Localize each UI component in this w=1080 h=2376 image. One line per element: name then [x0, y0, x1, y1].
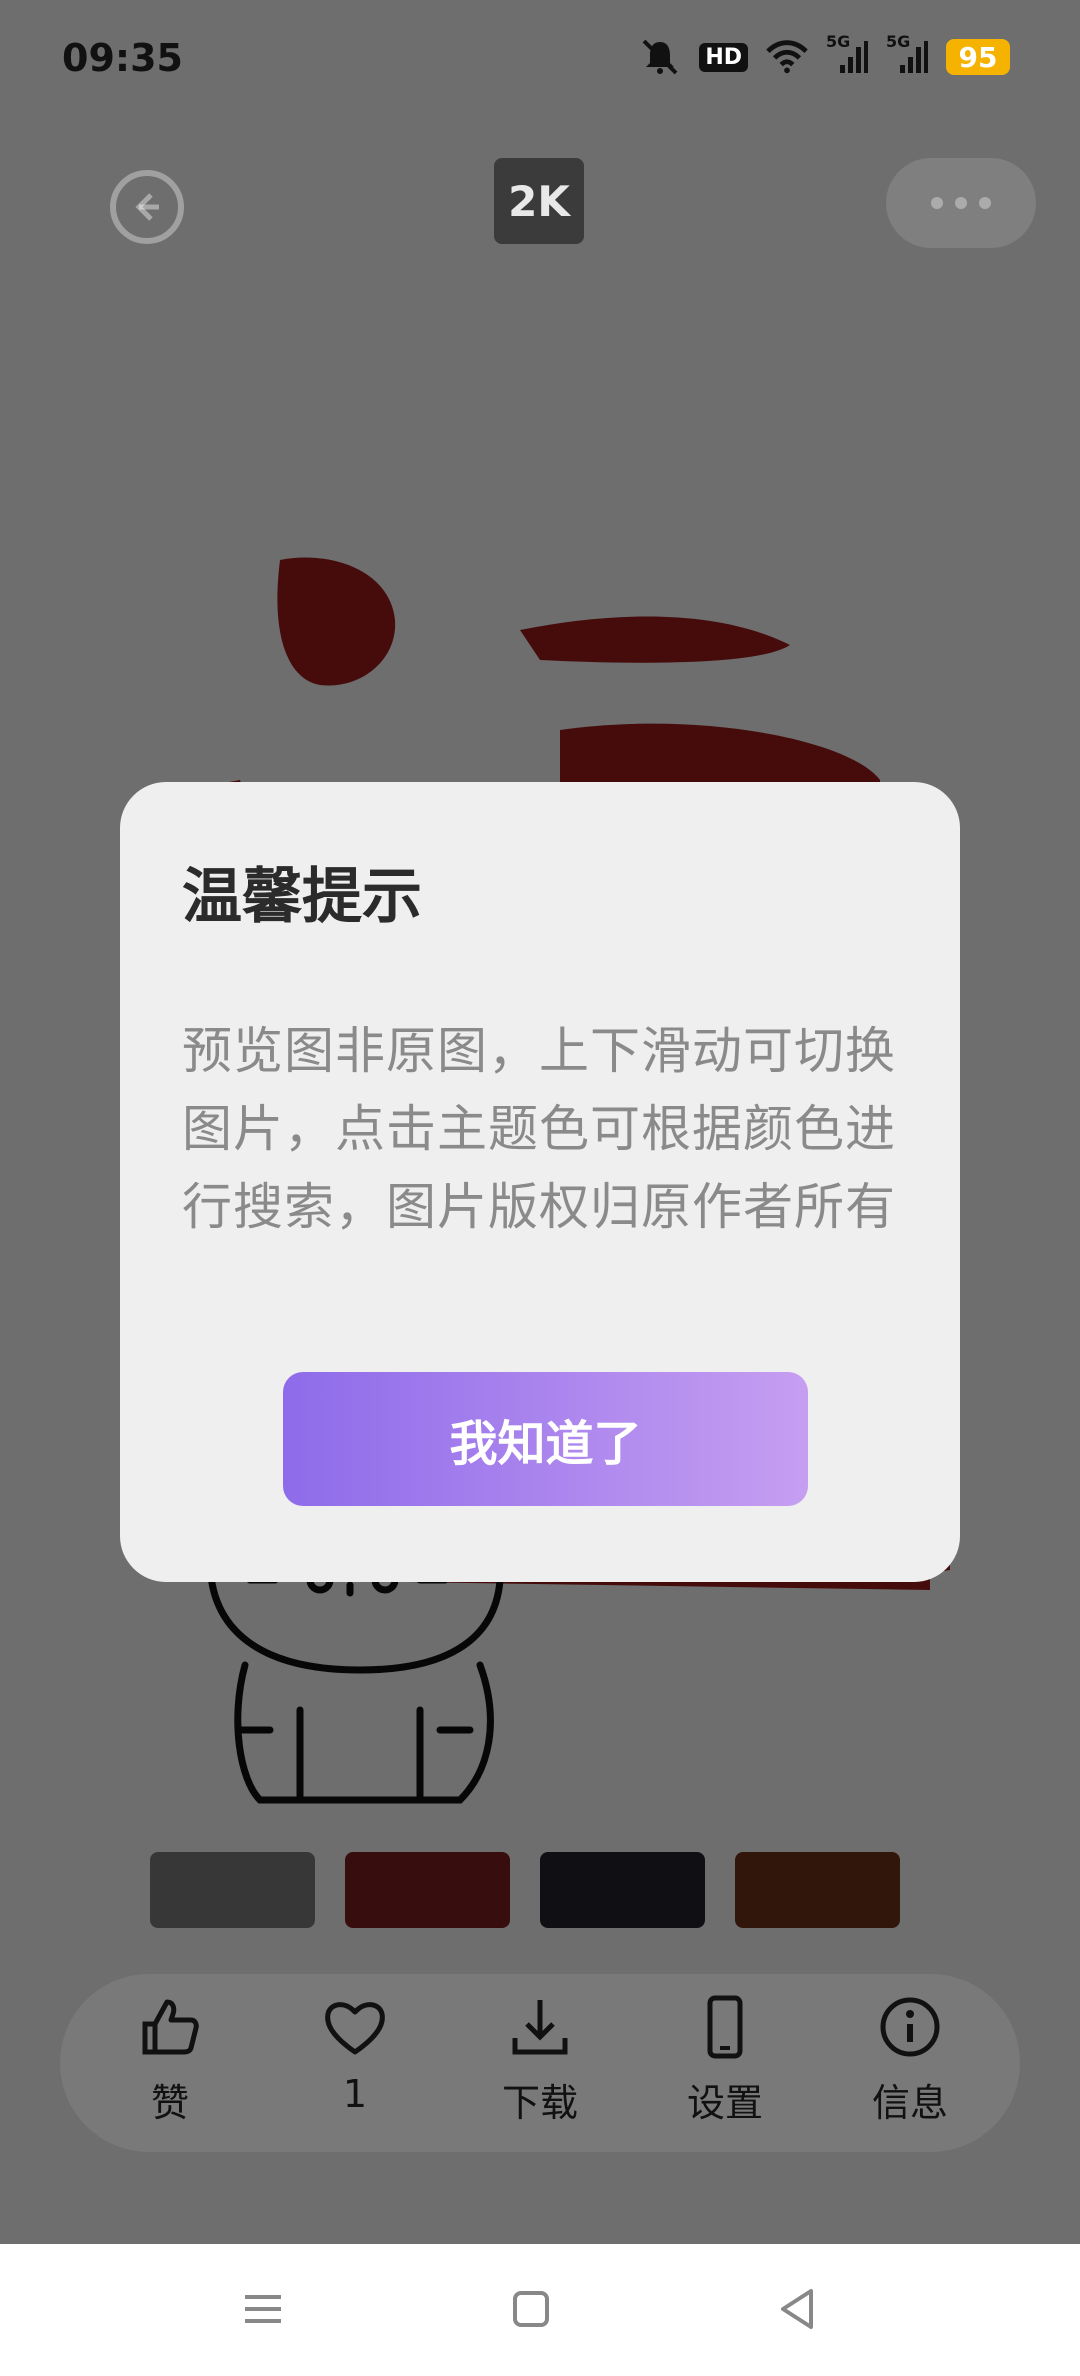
more-options-button[interactable]	[886, 158, 1036, 248]
system-navigation-bar	[0, 2244, 1080, 2376]
recents-button[interactable]	[228, 2274, 298, 2344]
download-icon	[512, 2000, 568, 2055]
back-button[interactable]	[110, 170, 184, 244]
wallpaper-preview-screen: 09:35 HD 5G 5G 95 2K 赞 1 下载 设置 信息 温馨提示 预…	[0, 0, 1080, 2244]
back-nav-button[interactable]	[762, 2274, 832, 2344]
more-dot-icon	[979, 197, 991, 209]
signal-5g-icon: 5G	[826, 32, 868, 78]
triangle-back-icon	[781, 2289, 813, 2329]
set-wallpaper-button[interactable]: 设置	[655, 1974, 795, 2152]
tip-dialog: 温馨提示 预览图非原图，上下滑动可切换图片，点击主题色可根据颜色进行搜索，图片版…	[120, 782, 960, 1582]
status-time: 09:35	[62, 36, 183, 80]
more-dot-icon	[931, 197, 943, 209]
action-toolbar: 赞 1 下载 设置 信息	[60, 1974, 1020, 2152]
dialog-message: 预览图非原图，上下滑动可切换图片，点击主题色可根据颜色进行搜索，图片版权归原作者…	[182, 1022, 896, 1236]
info-label: 信息	[871, 2081, 948, 2125]
status-icons: HD 5G 5G 95	[639, 32, 1010, 78]
info-button[interactable]: 信息	[840, 1974, 980, 2152]
thumbs-up-icon	[142, 1999, 199, 2055]
favorite-button[interactable]: 1	[285, 1974, 425, 2152]
download-label: 下载	[501, 2081, 578, 2125]
confirm-button[interactable]: 我知道了	[283, 1372, 808, 1506]
square-icon	[513, 2291, 549, 2327]
signal-5g-icon: 5G	[886, 32, 928, 78]
favorite-count: 1	[342, 2072, 368, 2116]
home-button[interactable]	[496, 2274, 566, 2344]
like-button[interactable]: 赞	[100, 1974, 240, 2152]
download-button[interactable]: 下载	[470, 1974, 610, 2152]
like-label: 赞	[150, 2081, 189, 2125]
info-icon	[880, 1997, 940, 2057]
dialog-title: 温馨提示	[182, 862, 422, 932]
battery-icon: 95	[946, 39, 1010, 75]
menu-icon	[245, 2295, 281, 2323]
arrow-left-icon	[135, 193, 159, 221]
bell-muted-icon	[639, 36, 681, 78]
wifi-icon	[766, 36, 808, 78]
phone-icon	[707, 1995, 743, 2059]
settings-label: 设置	[686, 2081, 763, 2125]
hd-icon: HD	[699, 42, 748, 72]
heart-icon	[325, 2002, 385, 2055]
resolution-badge[interactable]: 2K	[494, 158, 584, 244]
more-dot-icon	[955, 197, 967, 209]
network-type-label: 5G	[826, 32, 851, 51]
network-type-label: 5G	[886, 32, 911, 51]
